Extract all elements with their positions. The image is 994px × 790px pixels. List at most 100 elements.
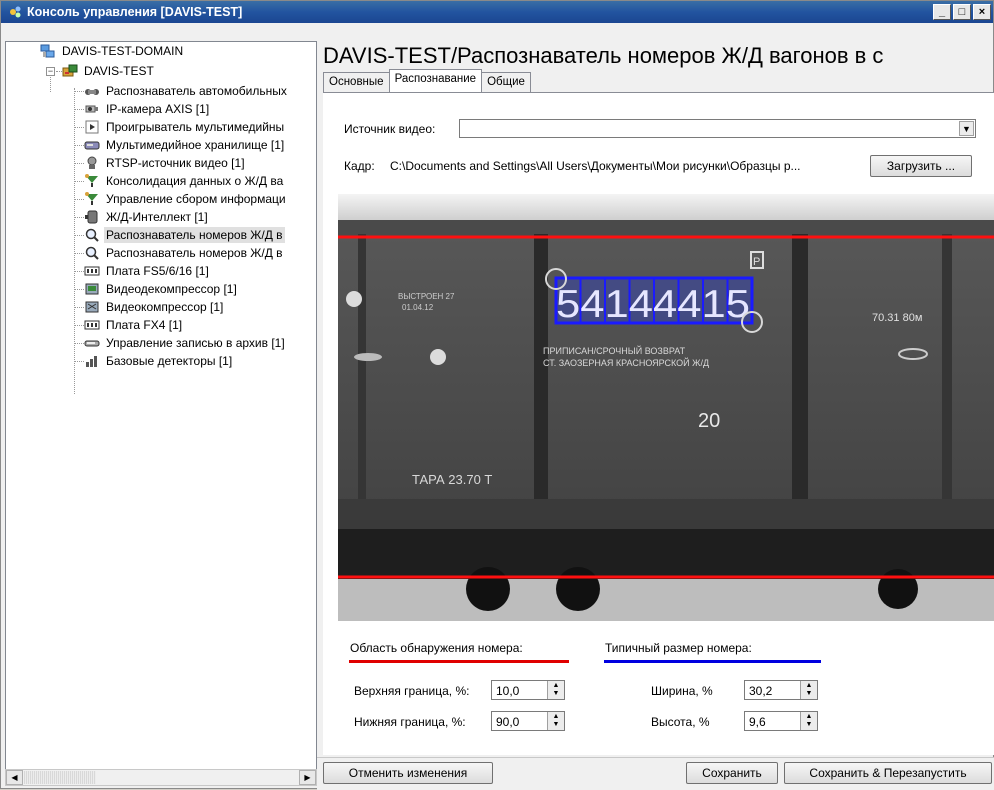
server-icon <box>62 64 78 77</box>
consolidation-icon <box>85 174 98 187</box>
page-title: DAVIS-TEST/Распознаватель номеров Ж/Д ва… <box>323 43 884 68</box>
tree-item-label: Видеокомпрессор [1] <box>106 300 224 314</box>
object-tree[interactable]: DAVIS-TEST-DOMAIN − DAVIS-TEST Распознав… <box>5 41 317 770</box>
close-button[interactable]: × <box>973 4 991 20</box>
car-plate-recognizer-icon <box>85 89 99 95</box>
bottom-boundary-spinner[interactable]: 90,0 ▲ ▼ <box>491 711 565 731</box>
width-spinner[interactable]: 30,2 ▲ ▼ <box>744 680 818 700</box>
typical-size-title: Типичный размер номера: <box>605 641 752 655</box>
notice-line-1: ПРИПИСАН/СРОЧНЫЙ ВОЗВРАТ <box>543 345 686 356</box>
tree-item[interactable]: Управление сбором информаци <box>84 190 288 208</box>
tree-item-label: Распознаватель автомобильных <box>106 84 287 98</box>
height-value: 9,6 <box>749 715 766 729</box>
bottom-boundary-value: 90,0 <box>496 715 520 729</box>
video-source-label: Источник видео: <box>344 122 436 136</box>
notice-line-2: СТ. ЗАОЗЕРНАЯ КРАСНОЯРСКОЙ Ж/Д <box>543 357 709 368</box>
scroll-thumb[interactable] <box>24 771 96 784</box>
tab-strip: Основные Распознавание Общие <box>323 69 531 92</box>
tree-item[interactable]: Базовые детекторы [1] <box>84 352 234 370</box>
tree-item-label: IP-камера AXIS [1] <box>106 102 210 116</box>
collapse-toggle[interactable]: − <box>46 67 55 76</box>
tara-text: ТАРА 23.70 Т <box>412 472 492 487</box>
board-icon <box>84 266 100 276</box>
tree-label-server: DAVIS-TEST <box>84 64 154 78</box>
height-spinner[interactable]: 9,6 ▲ ▼ <box>744 711 818 731</box>
tree-item[interactable]: RTSP-источник видео [1] <box>84 154 247 172</box>
scroll-right-button[interactable]: ▶ <box>299 770 316 785</box>
tree-item[interactable]: Распознаватель автомобильных <box>84 82 289 100</box>
tree-item[interactable]: Плата FS5/6/16 [1] <box>84 262 211 280</box>
tree-item-label: Видеодекомпрессор [1] <box>106 282 237 296</box>
title-bar[interactable]: Консоль управления [DAVIS-TEST] _ □ × <box>1 1 993 23</box>
tree-item-label: Мультимедийное хранилище [1] <box>106 138 285 152</box>
tree-item[interactable]: Консолидация данных о Ж/Д ва <box>84 172 285 190</box>
scroll-left-button[interactable]: ◀ <box>6 770 23 785</box>
tree-item[interactable]: Видеокомпрессор [1] <box>84 298 225 316</box>
tab-main[interactable]: Основные <box>323 72 390 92</box>
tree-node-server[interactable]: DAVIS-TEST <box>62 62 156 80</box>
spin-updown-icon[interactable]: ▲ ▼ <box>547 712 564 730</box>
detection-area-title: Область обнаружения номера: <box>350 641 523 655</box>
car-big-number: 20 <box>698 410 720 432</box>
load-frame-button[interactable]: Загрузить ... <box>870 155 972 177</box>
decompressor-icon <box>85 283 99 295</box>
spin-updown-icon[interactable]: ▲ ▼ <box>800 681 817 699</box>
save-button[interactable]: Сохранить <box>686 762 778 784</box>
console-app-icon <box>7 4 23 20</box>
player-icon <box>85 120 99 134</box>
tree-item-label: Плата FX4 [1] <box>106 318 183 332</box>
console-window: Консоль управления [DAVIS-TEST] _ □ × DA… <box>0 0 994 790</box>
cancel-changes-button[interactable]: Отменить изменения <box>323 762 493 784</box>
spin-updown-icon[interactable]: ▲ ▼ <box>547 681 564 699</box>
compressor-icon <box>85 301 99 313</box>
detection-area-color-line <box>349 660 569 663</box>
tree-item[interactable]: Мультимедийное хранилище [1] <box>84 136 286 154</box>
video-source-select[interactable]: ▼ <box>459 119 976 138</box>
minimize-button[interactable]: _ <box>933 4 951 20</box>
tree-item-label: Управление сбором информаци <box>106 192 286 206</box>
bottom-boundary-label: Нижняя граница, %: <box>354 715 466 729</box>
arrow-right-icon: ▶ <box>304 773 311 782</box>
tree-node-domain[interactable]: DAVIS-TEST-DOMAIN <box>40 42 185 60</box>
save-restart-button[interactable]: Сохранить & Перезапустить <box>784 762 992 784</box>
frame-label: Кадр: <box>344 159 375 173</box>
domain-icon <box>40 44 55 58</box>
build-plate-line-1: ВЫСТРОЕН 27 <box>398 292 455 301</box>
ip-camera-icon <box>85 105 98 113</box>
tree-item-label: Плата FS5/6/16 [1] <box>106 264 209 278</box>
tree-item-label: Управление записью в архив [1] <box>106 336 285 350</box>
width-value: 30,2 <box>749 684 773 698</box>
tree-item[interactable]: IP-камера AXIS [1] <box>84 100 211 118</box>
tree-item[interactable]: Управление записью в архив [1] <box>84 334 287 352</box>
tree-item-label: Распознаватель номеров Ж/Д в <box>106 246 283 260</box>
width-label: Ширина, % <box>651 684 713 698</box>
tab-recognition[interactable]: Распознавание <box>388 69 483 92</box>
tree-item[interactable]: Проигрыватель мультимедийны <box>84 118 286 136</box>
tree-item[interactable]: Плата FX4 [1] <box>84 316 184 334</box>
video-preview[interactable]: P ВЫСТРОЕН 27 01.04.12 ПРИПИСАН/СРОЧНЫЙ … <box>338 194 994 621</box>
railcar-frame-image: P ВЫСТРОЕН 27 01.04.12 ПРИПИСАН/СРОЧНЫЙ … <box>338 194 994 621</box>
tree-item-label: Ж/Д-Интеллект [1] <box>106 210 208 224</box>
p-mark: P <box>753 256 760 268</box>
tree-item[interactable]: Распознаватель номеров Ж/Д в <box>84 226 285 244</box>
tree-label-domain: DAVIS-TEST-DOMAIN <box>62 44 184 58</box>
spin-updown-icon[interactable]: ▲ ▼ <box>800 712 817 730</box>
collection-icon <box>85 192 98 205</box>
tree-item-label: Консолидация данных о Ж/Д ва <box>106 174 284 188</box>
tab-general[interactable]: Общие <box>481 72 531 92</box>
board-icon <box>84 320 100 330</box>
build-plate-line-2: 01.04.12 <box>402 303 434 312</box>
arrow-left-icon: ◀ <box>11 773 18 782</box>
archive-icon <box>84 340 100 347</box>
tree-item[interactable]: Распознаватель номеров Ж/Д в <box>84 244 285 262</box>
maximize-button[interactable]: □ <box>953 4 971 20</box>
window-title: Консоль управления [DAVIS-TEST] <box>27 5 243 19</box>
chevron-down-icon[interactable]: ▼ <box>959 121 974 136</box>
tree-item[interactable]: Ж/Д-Интеллект [1] <box>84 208 210 226</box>
frame-path: C:\Documents and Settings\All Users\Доку… <box>390 159 801 173</box>
close-icon: × <box>978 5 986 18</box>
tree-item[interactable]: Видеодекомпрессор [1] <box>84 280 239 298</box>
tree-horizontal-scrollbar[interactable]: ◀ ▶ <box>5 769 317 786</box>
spec-text: 70.31 80м <box>872 312 922 324</box>
top-boundary-spinner[interactable]: 10,0 ▲ ▼ <box>491 680 565 700</box>
